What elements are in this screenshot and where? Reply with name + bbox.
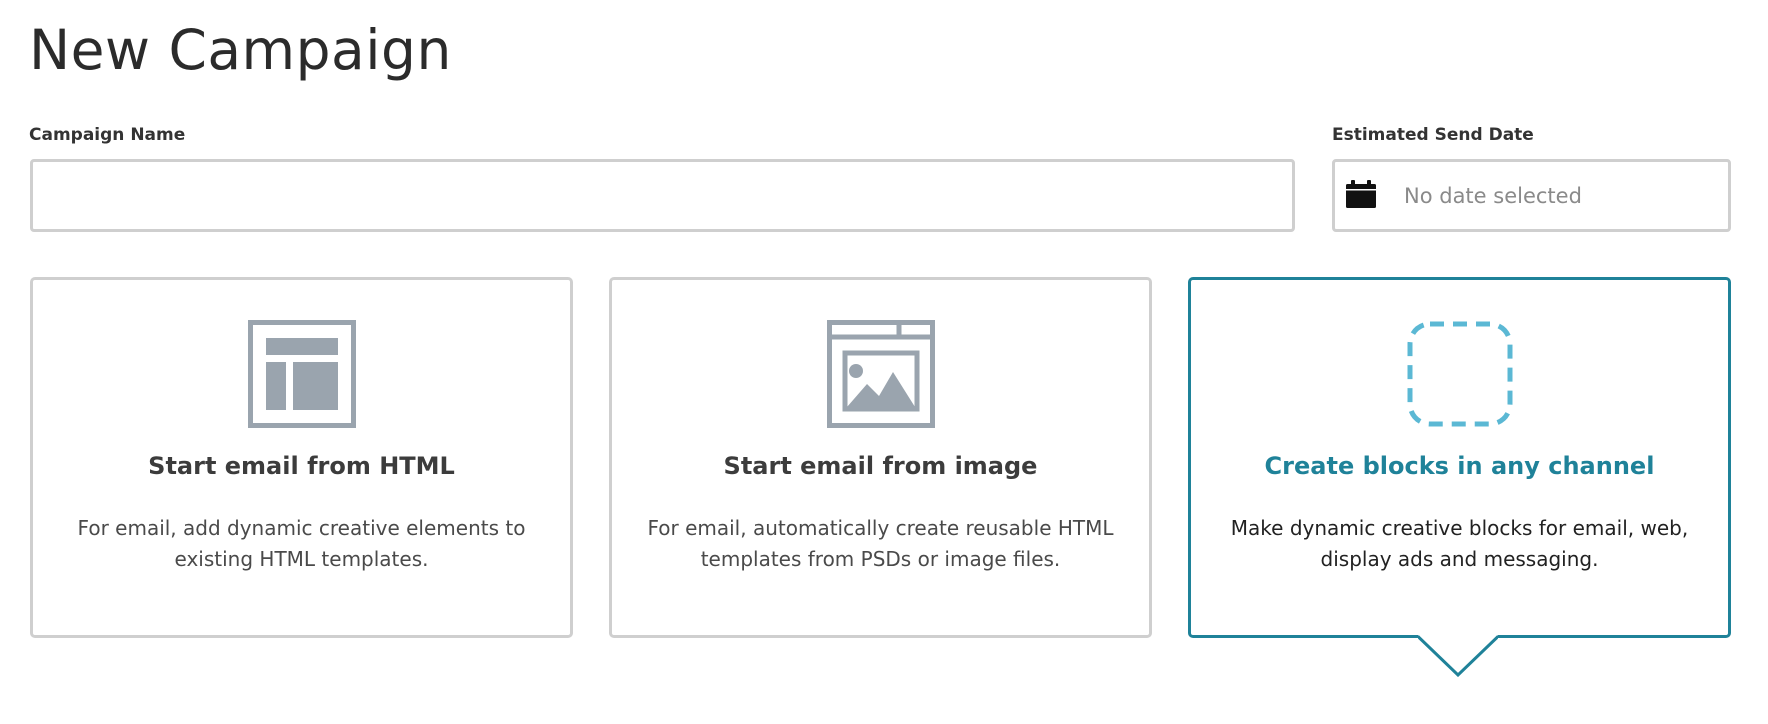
- image-template-icon: [826, 320, 935, 428]
- card-title: Start email from HTML: [148, 452, 455, 480]
- card-title: Create blocks in any channel: [1264, 452, 1655, 480]
- card-description: For email, add dynamic creative elements…: [77, 516, 526, 571]
- card-description: Make dynamic creative blocks for email, …: [1230, 516, 1689, 571]
- campaign-name-label: Campaign Name: [29, 125, 186, 145]
- dashed-block-icon: [1407, 321, 1512, 427]
- send-date-value: No date selected: [1404, 183, 1582, 208]
- start-from-image-card[interactable]: Start email from image For email, automa…: [609, 277, 1152, 638]
- send-date-picker[interactable]: No date selected: [1332, 159, 1731, 232]
- card-title: Start email from image: [723, 452, 1038, 480]
- card-description: For email, automatically create reusable…: [647, 516, 1114, 571]
- page-title: New Campaign: [29, 18, 452, 82]
- send-date-label: Estimated Send Date: [1332, 125, 1534, 145]
- campaign-name-input[interactable]: [30, 159, 1295, 232]
- html-template-icon: [247, 320, 356, 428]
- selected-card-pointer: [1418, 635, 1498, 677]
- calendar-icon[interactable]: [1346, 180, 1376, 208]
- start-from-html-card[interactable]: Start email from HTML For email, add dyn…: [30, 277, 573, 638]
- create-blocks-card[interactable]: Create blocks in any channel Make dynami…: [1188, 277, 1731, 638]
